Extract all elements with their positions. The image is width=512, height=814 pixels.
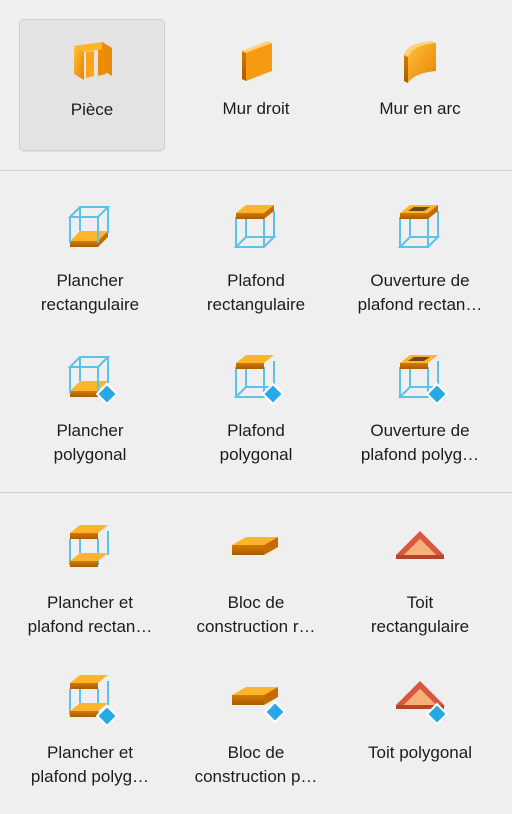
tool-rectangular-floor[interactable]: Plancher rectangulaire	[17, 203, 163, 335]
tool-room[interactable]: Pièce	[19, 19, 165, 151]
tool-label: Bloc de construction r…	[196, 593, 316, 636]
room-icon	[74, 42, 112, 80]
tool-label: Plancher et plafond rectan…	[27, 593, 153, 636]
polygonal-ceiling-icon	[233, 355, 284, 406]
tool-label: Plancher et plafond polyg…	[30, 743, 150, 786]
polygonal-ceiling-opening-icon	[397, 355, 448, 406]
tool-rectangular-ceiling-opening[interactable]: Ouverture de plafond rectan…	[347, 203, 493, 335]
tool-rectangular-roof[interactable]: Toit rectangulaire	[347, 525, 493, 657]
rectangular-ceiling-opening-icon	[397, 205, 441, 248]
straight-wall-icon	[242, 41, 272, 81]
tool-straight-wall[interactable]: Mur droit	[183, 19, 329, 151]
tool-label: Bloc de construction p…	[194, 743, 318, 786]
rectangular-roof-icon	[396, 531, 444, 559]
tool-label: Plafond polygonal	[219, 421, 293, 464]
tool-label: Pièce	[70, 100, 114, 119]
tool-label: Mur droit	[222, 99, 290, 118]
tool-rectangular-ceiling[interactable]: Plafond rectangulaire	[183, 203, 329, 335]
tool-label: Plancher rectangulaire	[40, 271, 140, 314]
polygonal-floor-icon	[67, 356, 118, 406]
polygonal-roof-icon	[396, 681, 448, 726]
rectangular-floor-ceiling-icon	[69, 525, 109, 567]
tool-label: Ouverture de plafond rectan…	[357, 271, 483, 314]
tool-label: Ouverture de plafond polyg…	[360, 421, 480, 464]
floors-ceilings-section: Plancher rectangulaire Plafond rectangul…	[0, 171, 512, 491]
tool-label: Plancher polygonal	[53, 421, 127, 464]
walls-section: Pièce Mur droit Mur en arc	[0, 0, 512, 170]
rectangular-building-block-icon	[232, 537, 278, 555]
tool-rectangular-floor-ceiling[interactable]: Plancher et plafond rectan…	[17, 525, 163, 657]
rectangular-floor-icon	[67, 206, 111, 247]
blocks-roofs-section: Plancher et plafond rectan… Bloc de cons…	[0, 493, 512, 814]
tool-label: Toit rectangulaire	[370, 593, 470, 636]
tool-rectangular-building-block[interactable]: Bloc de construction r…	[183, 525, 329, 657]
tool-polygonal-floor[interactable]: Plancher polygonal	[17, 353, 163, 485]
polygonal-floor-ceiling-icon	[69, 675, 118, 728]
tool-label: Plafond rectangulaire	[206, 271, 306, 314]
tool-polygonal-floor-ceiling[interactable]: Plancher et plafond polyg…	[17, 675, 163, 807]
tool-polygonal-ceiling[interactable]: Plafond polygonal	[183, 353, 329, 485]
tool-polygonal-roof[interactable]: Toit polygonal	[347, 675, 493, 807]
arc-wall-icon	[404, 41, 436, 83]
polygonal-building-block-icon	[232, 687, 284, 724]
rectangular-ceiling-icon	[233, 205, 277, 248]
tool-polygonal-building-block[interactable]: Bloc de construction p…	[183, 675, 329, 807]
tool-label: Toit polygonal	[368, 743, 472, 762]
tool-label: Mur en arc	[379, 99, 461, 118]
tool-polygonal-ceiling-opening[interactable]: Ouverture de plafond polyg…	[347, 353, 493, 485]
tool-arc-wall[interactable]: Mur en arc	[347, 19, 493, 151]
